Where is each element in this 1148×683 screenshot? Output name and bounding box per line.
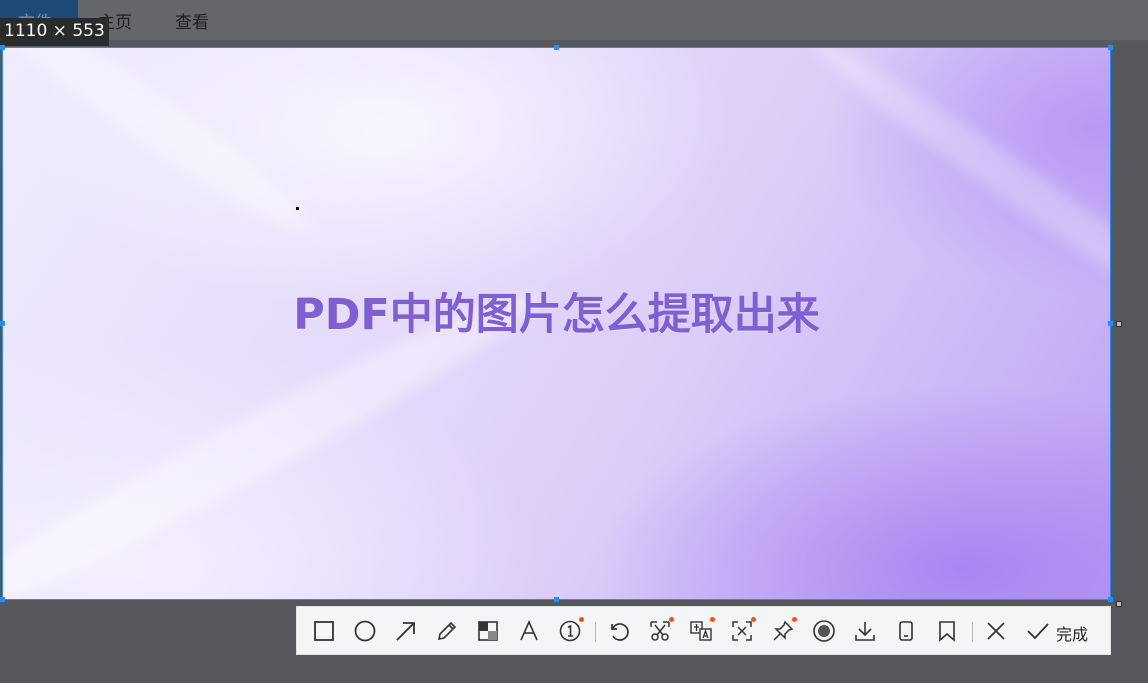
new-badge-dot [710,617,715,622]
screenshot-toolbar: 完成 [296,606,1111,655]
resize-handle-bottom-right[interactable] [1108,597,1113,602]
resize-handle-top-right[interactable] [1108,45,1113,50]
new-badge-dot [669,617,674,622]
resize-handle-bottom[interactable] [554,597,559,602]
close-icon[interactable] [982,617,1010,645]
bookmark-icon[interactable] [933,617,961,645]
resize-handle-top-left[interactable] [0,45,5,50]
resize-handle-left[interactable] [0,321,5,326]
number-marker-icon[interactable] [556,617,584,645]
ocr-icon[interactable] [728,617,756,645]
capture-selection[interactable]: PDF中的图片怎么提取出来 [2,47,1111,600]
captured-headline: PDF中的图片怎么提取出来 [293,290,820,340]
check-icon[interactable] [1024,617,1052,645]
download-icon[interactable] [851,617,879,645]
menu-view[interactable]: 查看 [175,8,209,33]
overlay-dim [0,40,1148,47]
done-button[interactable]: 完成 [1056,621,1088,645]
pencil-icon[interactable] [433,617,461,645]
new-badge-dot [579,617,584,622]
toolbar-separator [972,622,973,642]
text-icon[interactable] [515,617,543,645]
pin-icon[interactable] [769,617,797,645]
arrow-icon[interactable] [392,617,420,645]
background-streak [3,48,322,249]
record-icon[interactable] [810,617,838,645]
selection-size-label: 1110 × 553 [0,18,109,46]
resize-handle-right[interactable] [1108,321,1113,326]
phone-icon[interactable] [892,617,920,645]
rectangle-icon[interactable] [310,617,338,645]
cursor-dot [296,207,299,210]
undo-icon[interactable] [605,617,633,645]
new-badge-dot [792,617,797,622]
outer-handle-right[interactable] [1116,321,1122,327]
outer-handle-bottom-right[interactable] [1116,601,1122,607]
mosaic-icon[interactable] [474,617,502,645]
resize-handle-bottom-left[interactable] [0,597,5,602]
menubar: 文件 主页 查看 [0,0,1148,40]
new-badge-dot [751,617,756,622]
translate-icon[interactable] [687,617,715,645]
ellipse-icon[interactable] [351,617,379,645]
resize-handle-top[interactable] [554,45,559,50]
scissors-icon[interactable] [646,617,674,645]
toolbar-separator [595,622,596,642]
